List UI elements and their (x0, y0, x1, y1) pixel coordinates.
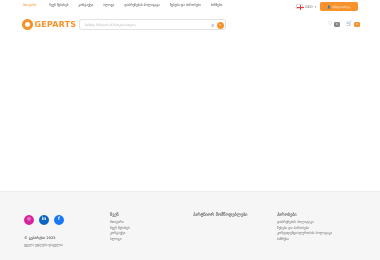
top-navigation: მთავარი ჩვენ შესახებ კონტაქტი ბლოგი დაბრ… (0, 0, 380, 14)
site-logo[interactable]: GEPARTS (22, 19, 76, 30)
nav-link-terms[interactable]: წესები და პირობები (170, 3, 201, 7)
footer-link-privacy[interactable]: კონფიდენციალურობის პოლიტიკა (277, 231, 332, 237)
search-icon[interactable]: ⌕ (217, 22, 224, 29)
language-selector[interactable]: GEO ▾ (296, 4, 317, 10)
wishlist-count-badge: 0 (333, 21, 340, 27)
footer-link-business[interactable]: ბიზნესი (277, 237, 332, 243)
cart-count-badge: 0 (353, 21, 360, 27)
footer-column-terms: პირობები დაბრუნების პოლიტიკა წესები და პ… (277, 212, 332, 242)
nav-link-business[interactable]: ბიზნესი (211, 3, 223, 7)
filter-icon[interactable]: ⚙ (211, 23, 216, 28)
logo-wordmark: GEPARTS (34, 20, 77, 29)
language-code: GEO (305, 4, 313, 9)
signin-label: შესვლა/რეგ. (332, 4, 351, 9)
main-header: GEPARTS ჩაწერე ნაწილის ან მარკის სახელი … (0, 14, 380, 38)
user-icon: 👤 (327, 4, 332, 9)
search-bar[interactable]: ჩაწერე ნაწილის ან მარკის სახელი ⚙ ⌕ (79, 19, 226, 30)
copyright-text: © გეპარტსი 2025 (24, 236, 56, 240)
footer-column-us: ჩვენ მთავარი ჩვენ შესახებ კონტაქტი ბლოგი (110, 212, 130, 242)
footer-column-heading: ჩვენ (110, 212, 119, 217)
footer-link-blog[interactable]: ბლოგი (110, 237, 130, 243)
social-links: ◎ in f (24, 215, 64, 225)
nav-link-blog[interactable]: ბლოგი (103, 3, 114, 7)
wishlist-button[interactable]: ♡ 0 (328, 21, 340, 27)
signin-button[interactable]: 👤 შესვლა/რეგ. (320, 2, 358, 11)
nav-link-contact[interactable]: კონტაქტი (78, 3, 93, 7)
linkedin-icon[interactable]: in (39, 215, 49, 225)
search-placeholder: ჩაწერე ნაწილის ან მარკის სახელი (85, 23, 136, 28)
footer-column-partners: პარტნიორ მომწოდებლები (193, 212, 247, 220)
instagram-icon[interactable]: ◎ (24, 215, 34, 225)
nav-link-home[interactable]: მთავარი (23, 3, 36, 7)
heart-icon: ♡ (328, 21, 333, 27)
site-footer: ◎ in f © გეპარტსი 2025 ყველა უფლება დაცუ… (0, 191, 380, 260)
footer-column-heading: პარტნიორ მომწოდებლები (193, 212, 248, 217)
facebook-icon[interactable]: f (54, 215, 64, 225)
cart-button[interactable]: 🛒 0 (346, 21, 360, 27)
cart-icon: 🛒 (345, 21, 353, 27)
nav-link-return-policy[interactable]: დაბრუნების პოლიტიკა (124, 3, 160, 7)
footer-column-heading: პირობები (277, 212, 297, 217)
georgia-flag-icon (296, 4, 304, 10)
rights-text: ყველა უფლება დაცულია (24, 243, 63, 247)
gear-logo-icon (22, 19, 33, 30)
top-nav-links: მთავარი ჩვენ შესახებ კონტაქტი ბლოგი დაბრ… (23, 3, 222, 7)
header-actions: ♡ 0 🛒 0 (328, 21, 360, 27)
nav-link-about[interactable]: ჩვენ შესახებ (49, 3, 68, 7)
chevron-down-icon: ▾ (314, 4, 317, 9)
